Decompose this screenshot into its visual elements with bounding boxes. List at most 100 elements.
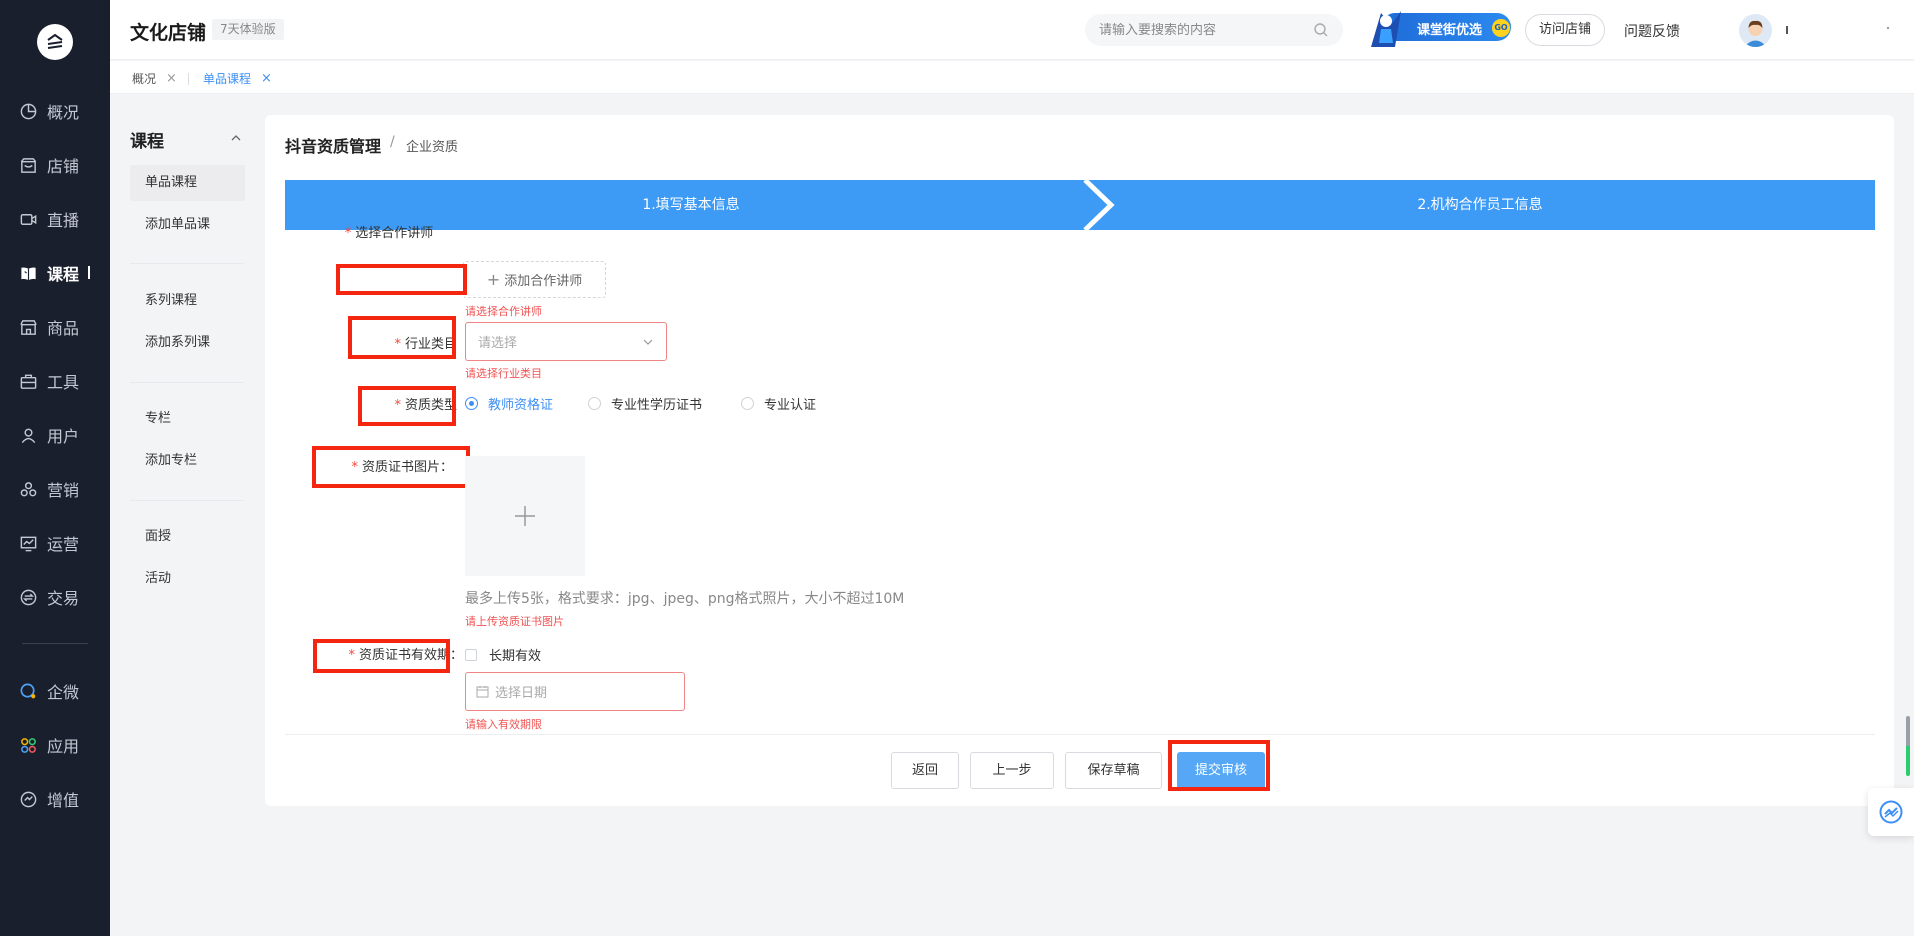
submenu-divider [130, 500, 244, 501]
add-teacher-button[interactable]: + 添加合作讲师 [463, 261, 606, 298]
nav-item-goods[interactable]: 商品 [0, 307, 110, 347]
nav-item-marketing[interactable]: 营销 [0, 469, 110, 509]
back-button[interactable]: 返回 [891, 752, 959, 789]
submenu-item-single-course[interactable]: 单品课程 [130, 165, 245, 201]
tab-single-course[interactable]: 单品课程 × [203, 70, 272, 87]
submenu-item-add-single[interactable]: 添加单品课 [130, 207, 245, 243]
submenu-item-add-column[interactable]: 添加专栏 [130, 443, 245, 479]
cert-image-error: 请上传资质证书图片 [465, 615, 564, 628]
nav-item-overview[interactable]: 概况 [0, 91, 110, 131]
pie-chart-icon [18, 101, 38, 121]
nav-item-tools[interactable]: 工具 [0, 361, 110, 401]
highlight-box [313, 639, 450, 673]
highlight-box [348, 316, 456, 359]
date-placeholder: 选择日期 [495, 686, 548, 701]
avatar[interactable] [1739, 14, 1772, 47]
store-icon [18, 155, 38, 175]
breadcrumb-current: 企业资质 [406, 140, 459, 155]
nav-label: 工具 [47, 373, 80, 392]
operation-chart-icon [18, 533, 38, 553]
highlight-box-teacher [336, 264, 467, 295]
nav-item-users[interactable]: 用户 [0, 415, 110, 455]
close-icon[interactable]: × [166, 71, 177, 86]
footer-divider [285, 734, 1875, 735]
float-service-button[interactable] [1868, 788, 1914, 836]
radio-professional-cert[interactable]: 专业认证 [741, 394, 816, 413]
submenu-item-series[interactable]: 系列课程 [130, 283, 245, 319]
nav-item-apps[interactable]: 应用 [0, 725, 110, 765]
app-logo[interactable] [37, 24, 73, 60]
nav-item-operations[interactable]: 运营 [0, 523, 110, 563]
nav-item-live[interactable]: 直播 [0, 199, 110, 239]
nav-label: 用户 [47, 427, 80, 446]
scroll-indicator[interactable] [1906, 716, 1910, 776]
shop-bag-icon [18, 317, 38, 337]
long-term-checkbox[interactable]: 长期有效 [465, 645, 541, 664]
search-input[interactable] [1099, 22, 1313, 38]
close-icon[interactable]: × [261, 71, 272, 86]
chevron-up-icon[interactable] [230, 132, 242, 144]
avatar-icon [1739, 14, 1772, 47]
radio-teacher-cert[interactable]: 教师资格证 [465, 394, 553, 413]
breadcrumb-separator: / [390, 134, 395, 150]
checkbox-box [465, 648, 477, 661]
nav-label: 商品 [47, 319, 80, 338]
nav-label: 交易 [47, 589, 80, 608]
nav-divider [22, 643, 88, 644]
step-arrow-icon [1071, 180, 1123, 230]
breadcrumb-main[interactable]: 抖音资质管理 [285, 133, 381, 157]
teacher-label: * 选择合作讲师 [344, 226, 434, 241]
submenu-divider [130, 382, 244, 383]
username-dot [1887, 27, 1889, 29]
nav-label: 运营 [47, 535, 80, 554]
calendar-icon [476, 686, 489, 698]
nav-item-store[interactable]: 店铺 [0, 145, 110, 185]
user-icon [18, 425, 38, 445]
shop-name: 文化店铺 [130, 22, 207, 44]
highlight-box [358, 386, 456, 426]
promo-text: 课堂街优选 [1417, 23, 1483, 38]
video-camera-icon [18, 209, 38, 229]
promo-banner[interactable]: 课堂街优选 GO [1367, 9, 1513, 47]
cert-image-upload[interactable] [465, 456, 585, 576]
plus-icon [515, 506, 535, 526]
visit-store-button[interactable]: 访问店铺 [1525, 14, 1605, 46]
promo-go-badge: GO [1492, 19, 1510, 37]
search-icon[interactable] [1313, 22, 1329, 38]
toolbox-icon [18, 371, 38, 391]
radio-dot [741, 397, 754, 410]
nav-item-wecom[interactable]: 企微 [0, 671, 110, 711]
submenu-item-activity[interactable]: 活动 [130, 561, 245, 597]
nav-label: 店铺 [47, 157, 80, 176]
nav-item-trade[interactable]: 交易 [0, 577, 110, 617]
nav-item-course[interactable]: 课程 [0, 253, 110, 293]
radio-dot [588, 397, 601, 410]
date-picker[interactable]: 选择日期 [465, 672, 685, 711]
apps-icon [18, 735, 38, 755]
logo-icon [47, 33, 63, 49]
submenu-item-column[interactable]: 专栏 [130, 401, 245, 437]
radio-degree-cert[interactable]: 专业性学历证书 [588, 394, 702, 413]
nav-label: 概况 [47, 103, 80, 122]
search-box [1085, 14, 1343, 46]
submenu-item-offline[interactable]: 面授 [130, 519, 245, 555]
username-mark [1786, 26, 1788, 34]
nav-label: 课程 [47, 265, 80, 284]
radio-dot [465, 397, 478, 410]
nav-label: 企微 [47, 683, 80, 702]
nav-label: 营销 [47, 481, 80, 500]
value-added-icon [18, 789, 38, 809]
feedback-link[interactable]: 问题反馈 [1624, 21, 1680, 41]
highlight-box-submit [1168, 740, 1270, 791]
exchange-icon [18, 587, 38, 607]
prev-step-button[interactable]: 上一步 [970, 752, 1054, 789]
industry-error: 请选择行业类目 [465, 367, 542, 380]
industry-select[interactable]: 请选择 [465, 322, 667, 361]
submenu-item-add-series[interactable]: 添加系列课 [130, 325, 245, 361]
nav-item-value-added[interactable]: 增值 [0, 779, 110, 819]
save-draft-button[interactable]: 保存草稿 [1065, 752, 1162, 789]
top-header: 文化店铺 7天体验版 课堂街优选 GO 访问店铺 问题反馈 [110, 0, 1914, 60]
tab-overview[interactable]: 概况 × [132, 70, 177, 87]
page-tabs: 概况 × 单品课程 × [110, 61, 1914, 94]
service-icon [1879, 800, 1903, 824]
